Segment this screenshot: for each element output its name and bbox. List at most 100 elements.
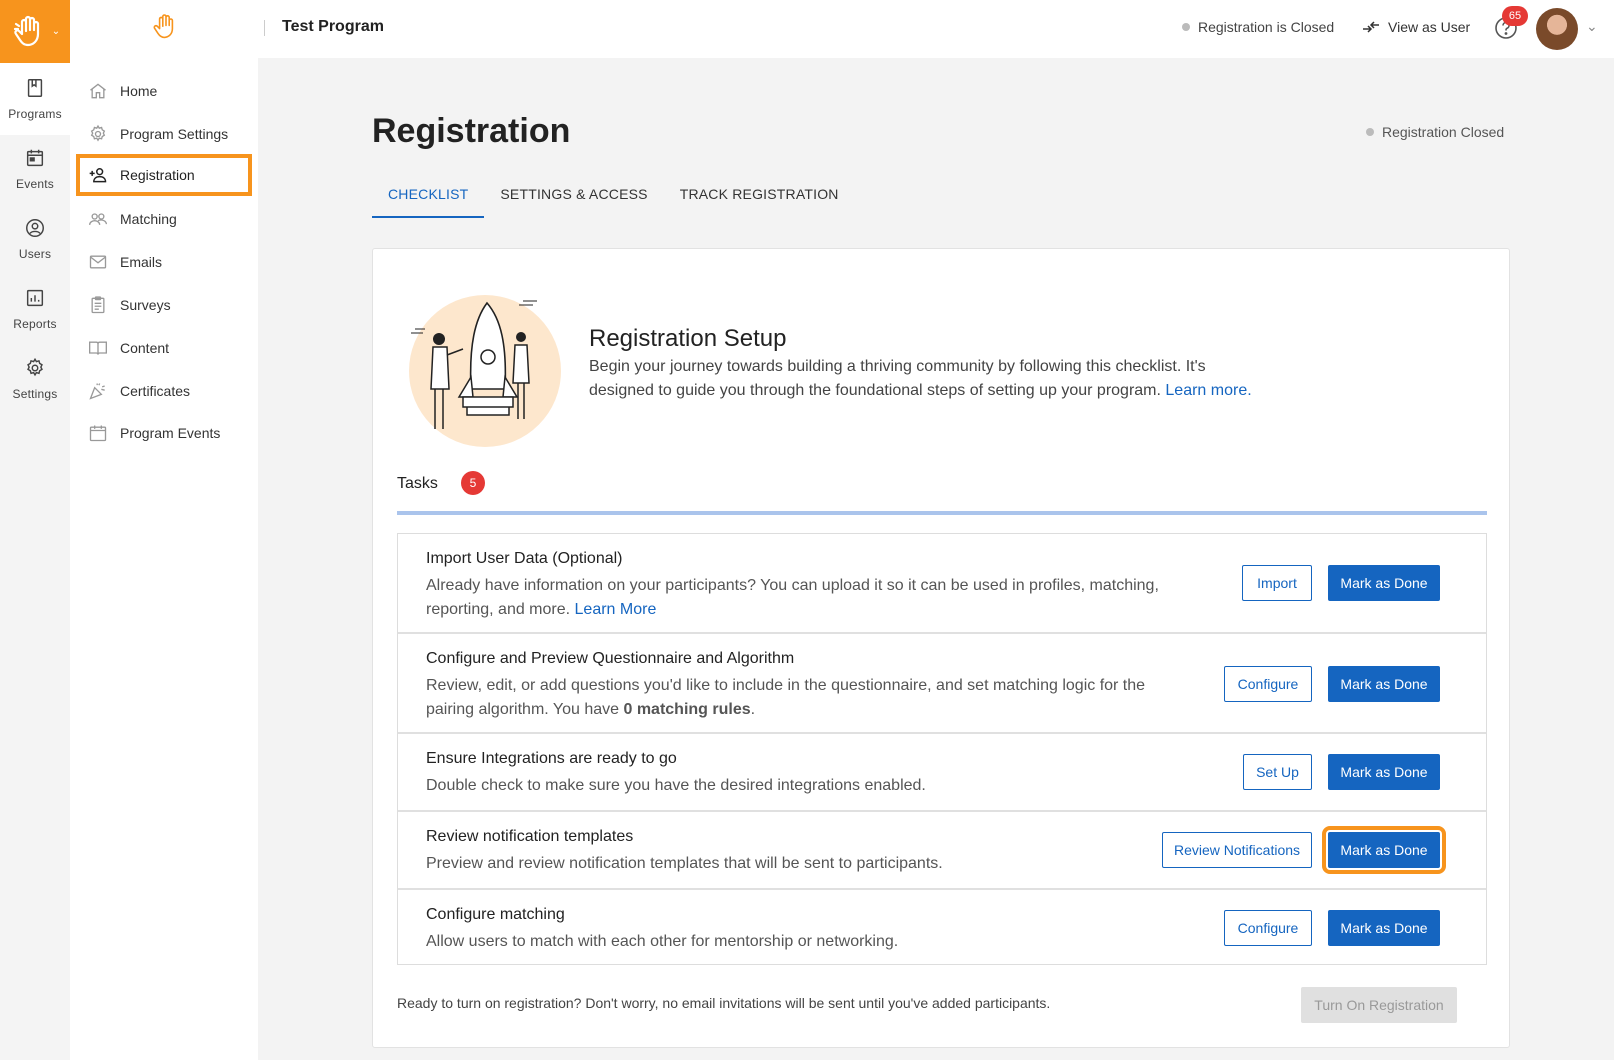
- gear-icon: [90, 124, 106, 142]
- tasks-progress-bar: [397, 511, 1487, 515]
- program-title: Test Program: [282, 18, 384, 35]
- avatar[interactable]: [1536, 8, 1578, 50]
- calendar-icon: [89, 425, 107, 442]
- tab-bar: CHECKLIST SETTINGS & ACCESS TRACK REGIST…: [372, 174, 855, 218]
- sidebar-item-label: Program Events: [120, 425, 221, 441]
- sidebar-item-label: Emails: [120, 254, 163, 270]
- task-description-end: .: [750, 701, 756, 718]
- checklist-card: Registration Setup Begin your journey to…: [372, 248, 1510, 1048]
- hand-wave-icon: [13, 15, 39, 46]
- task-description: Double check to make sure you have the d…: [426, 777, 926, 794]
- tab-settings-access[interactable]: SETTINGS & ACCESS: [484, 174, 663, 218]
- sidebar-item-label: Home: [120, 83, 158, 99]
- rail-item-users[interactable]: Users: [0, 203, 70, 275]
- party-icon: [89, 383, 105, 400]
- calendar-icon: [26, 149, 44, 167]
- tasks-count-badge: 5: [461, 471, 485, 495]
- registration-status-indicator: Registration is Closed: [1182, 19, 1334, 35]
- app-logo-button[interactable]: ⌄: [0, 0, 70, 63]
- task-learn-more-link[interactable]: Learn More: [575, 601, 657, 618]
- sidebar-item-program-settings[interactable]: Program Settings: [76, 113, 252, 155]
- user-circle-icon: [26, 219, 44, 237]
- page-status-text: Registration Closed: [1382, 124, 1505, 140]
- task-title: Import User Data (Optional): [426, 550, 623, 567]
- mark-as-done-button[interactable]: Mark as Done: [1328, 666, 1440, 702]
- set-up-button[interactable]: Set Up: [1243, 754, 1312, 790]
- page-status-indicator: Registration Closed: [1366, 124, 1504, 140]
- tasks-label: Tasks: [397, 475, 438, 492]
- sidebar-item-surveys[interactable]: Surveys: [76, 284, 252, 326]
- task-row-integrations: Ensure Integrations are ready to go Doub…: [398, 732, 1486, 810]
- task-title: Configure matching: [426, 906, 565, 923]
- bookmark-icon: [27, 79, 43, 97]
- configure-matching-button[interactable]: Configure: [1224, 910, 1312, 946]
- task-row-notification-templates: Review notification templates Preview an…: [398, 810, 1486, 888]
- rail-item-events[interactable]: Events: [0, 133, 70, 205]
- chevron-down-icon: ⌄: [51, 26, 61, 37]
- swap-arrows-icon: [1363, 21, 1379, 33]
- mail-icon: [89, 255, 107, 269]
- sidebar-item-content[interactable]: Content: [76, 327, 252, 369]
- clipboard-icon: [91, 296, 105, 314]
- sidebar-item-certificates[interactable]: Certificates: [76, 370, 252, 412]
- mark-as-done-button[interactable]: Mark as Done: [1328, 910, 1440, 946]
- sidebar-item-label: Surveys: [120, 297, 171, 313]
- notification-count-badge: 65: [1502, 6, 1528, 26]
- rocket-illustration: [409, 295, 561, 447]
- mark-as-done-button[interactable]: Mark as Done: [1328, 565, 1440, 601]
- rail-item-label: Reports: [13, 317, 57, 331]
- person-add-icon: [89, 168, 107, 183]
- registration-status-text: Registration is Closed: [1198, 19, 1335, 35]
- import-button[interactable]: Import: [1242, 565, 1312, 601]
- chevron-down-icon[interactable]: ⌄: [1586, 18, 1598, 35]
- icon-rail: ⌄ Programs Events Users Reports Settings: [0, 0, 70, 1060]
- learn-more-link[interactable]: Learn more.: [1165, 382, 1251, 399]
- top-bar: Test Program Registration is Closed View…: [258, 0, 1614, 58]
- view-as-user-label: View as User: [1388, 19, 1471, 35]
- sidebar-item-program-events[interactable]: Program Events: [76, 412, 252, 454]
- status-dot-icon: [1366, 128, 1374, 136]
- view-as-user-button[interactable]: View as User: [1362, 19, 1470, 35]
- sidebar-item-label: Program Settings: [120, 126, 229, 142]
- tab-track-registration[interactable]: TRACK REGISTRATION: [664, 174, 855, 218]
- setup-title: Registration Setup: [589, 325, 787, 352]
- book-icon: [89, 341, 107, 355]
- rail-item-reports[interactable]: Reports: [0, 273, 70, 345]
- mark-as-done-button[interactable]: Mark as Done: [1328, 754, 1440, 790]
- footer-note: Ready to turn on registration? Don't wor…: [397, 995, 1051, 1011]
- program-sidebar: Home Program Settings Registration Match…: [70, 0, 258, 1060]
- sidebar-item-matching[interactable]: Matching: [76, 198, 252, 240]
- rail-item-label: Settings: [12, 387, 58, 401]
- task-description: Preview and review notification template…: [426, 855, 943, 872]
- task-description: Already have information on your partici…: [426, 574, 1186, 622]
- gear-icon: [27, 357, 43, 377]
- task-title: Configure and Preview Questionnaire and …: [426, 650, 795, 667]
- divider: [264, 20, 265, 36]
- setup-description-text: Begin your journey towards building a th…: [589, 358, 1206, 399]
- matching-rules-count: 0 matching rules: [623, 701, 751, 718]
- sidebar-item-emails[interactable]: Emails: [76, 241, 252, 283]
- task-description-text: Already have information on your partici…: [426, 577, 1159, 618]
- sidebar-item-home[interactable]: Home: [76, 70, 252, 112]
- mark-as-done-button[interactable]: Mark as Done: [1322, 826, 1446, 874]
- status-dot-icon: [1182, 23, 1190, 31]
- chart-icon: [26, 289, 44, 307]
- task-list: Import User Data (Optional) Already have…: [397, 533, 1487, 965]
- people-icon: [89, 213, 107, 225]
- sidebar-item-label: Certificates: [120, 383, 191, 399]
- rail-item-settings[interactable]: Settings: [0, 343, 70, 415]
- rail-item-programs[interactable]: Programs: [0, 63, 70, 135]
- configure-questionnaire-button[interactable]: Configure: [1224, 666, 1312, 702]
- rail-item-label: Programs: [8, 107, 62, 121]
- review-notifications-button[interactable]: Review Notifications: [1162, 832, 1312, 868]
- task-description: Allow users to match with each other for…: [426, 933, 899, 950]
- rail-item-label: Users: [18, 247, 52, 261]
- hand-wave-icon: [153, 14, 174, 39]
- task-description-text: Review, edit, or add questions you'd lik…: [426, 677, 1146, 718]
- sidebar-item-registration[interactable]: Registration: [76, 154, 252, 196]
- task-row-configure-questionnaire: Configure and Preview Questionnaire and …: [398, 632, 1486, 732]
- home-icon: [90, 83, 106, 99]
- tab-checklist[interactable]: CHECKLIST: [372, 174, 485, 218]
- task-title: Ensure Integrations are ready to go: [426, 750, 677, 767]
- turn-on-registration-button[interactable]: Turn On Registration: [1301, 987, 1457, 1023]
